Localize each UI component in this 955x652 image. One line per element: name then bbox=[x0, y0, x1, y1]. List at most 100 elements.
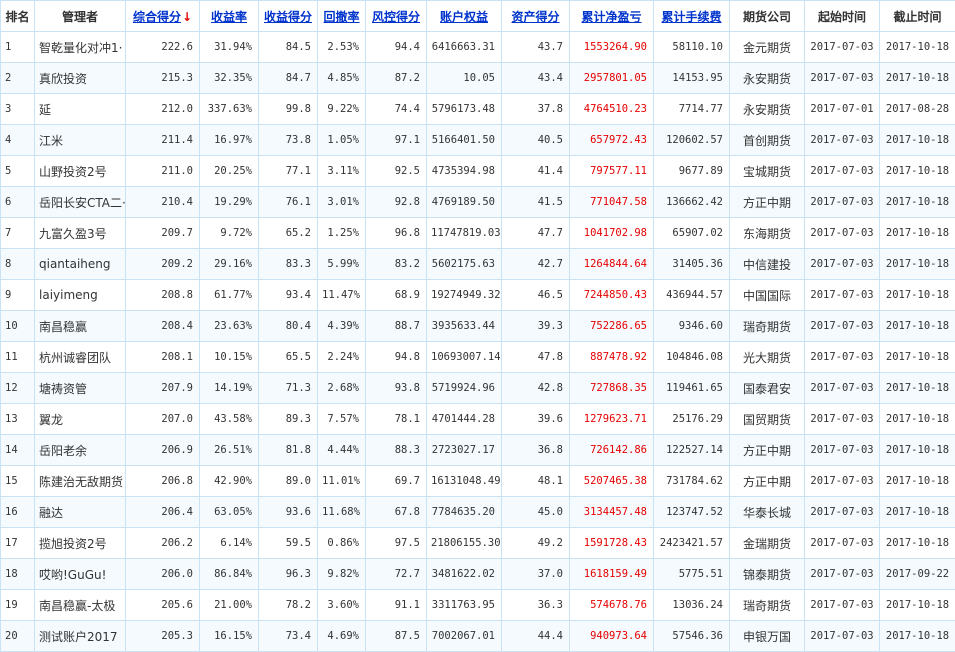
cell-equity: 5602175.63 bbox=[427, 249, 502, 280]
cell-drawdown: 4.85% bbox=[318, 63, 366, 94]
cell-score: 206.9 bbox=[126, 435, 200, 466]
cell-asset-score: 43.7 bbox=[502, 32, 570, 63]
cell-manager-link[interactable]: 南昌稳赢 bbox=[35, 311, 126, 342]
cell-equity: 21806155.30 bbox=[427, 528, 502, 559]
cell-end-date: 2017-10-18 bbox=[880, 311, 955, 342]
cell-risk-score: 94.4 bbox=[366, 32, 427, 63]
cell-start-date: 2017-07-03 bbox=[805, 32, 880, 63]
cell-manager-link[interactable]: 江米 bbox=[35, 125, 126, 156]
cell-end-date: 2017-10-18 bbox=[880, 590, 955, 621]
cell-start-date: 2017-07-03 bbox=[805, 342, 880, 373]
sort-header-asset-score[interactable]: 资产得分 bbox=[502, 1, 570, 32]
cell-manager-link[interactable]: 测试账户2017 bbox=[35, 621, 126, 652]
cell-end-date: 2017-10-18 bbox=[880, 435, 955, 466]
sort-header-fees[interactable]: 累计手续费 bbox=[654, 1, 730, 32]
cell-score: 211.4 bbox=[126, 125, 200, 156]
cell-return-rate: 19.29% bbox=[200, 187, 259, 218]
cell-rank: 12 bbox=[1, 373, 35, 404]
cell-manager-link[interactable]: 揽旭投资2号 bbox=[35, 528, 126, 559]
sort-header-drawdown[interactable]: 回撤率 bbox=[318, 1, 366, 32]
cell-end-date: 2017-10-18 bbox=[880, 497, 955, 528]
cell-manager-link[interactable]: 岳阳长安CTA二· bbox=[35, 187, 126, 218]
cell-manager-link[interactable]: laiyimeng bbox=[35, 280, 126, 311]
cell-company: 中信建投 bbox=[730, 249, 805, 280]
cell-manager-link[interactable]: 山野投资2号 bbox=[35, 156, 126, 187]
cell-return-score: 81.8 bbox=[259, 435, 318, 466]
cell-end-date: 2017-10-18 bbox=[880, 528, 955, 559]
cell-rank: 14 bbox=[1, 435, 35, 466]
cell-net-profit: 5207465.38 bbox=[570, 466, 654, 497]
cell-equity: 10.05 bbox=[427, 63, 502, 94]
table-row: 12塘祷资管207.914.19%71.32.68%93.85719924.96… bbox=[1, 373, 955, 404]
cell-start-date: 2017-07-03 bbox=[805, 63, 880, 94]
cell-net-profit: 1041702.98 bbox=[570, 218, 654, 249]
cell-risk-score: 83.2 bbox=[366, 249, 427, 280]
cell-equity: 5719924.96 bbox=[427, 373, 502, 404]
cell-score: 207.9 bbox=[126, 373, 200, 404]
cell-fees: 9677.89 bbox=[654, 156, 730, 187]
cell-manager-link[interactable]: 智乾量化对冲1· bbox=[35, 32, 126, 63]
cell-return-rate: 42.90% bbox=[200, 466, 259, 497]
cell-rank: 11 bbox=[1, 342, 35, 373]
cell-return-rate: 14.19% bbox=[200, 373, 259, 404]
cell-end-date: 2017-10-18 bbox=[880, 63, 955, 94]
cell-end-date: 2017-10-18 bbox=[880, 404, 955, 435]
table-row: 7九富久盈3号209.79.72%65.21.25%96.811747819.0… bbox=[1, 218, 955, 249]
cell-end-date: 2017-10-18 bbox=[880, 249, 955, 280]
cell-company: 首创期货 bbox=[730, 125, 805, 156]
cell-drawdown: 3.60% bbox=[318, 590, 366, 621]
cell-end-date: 2017-10-18 bbox=[880, 125, 955, 156]
cell-manager-link[interactable]: 九富久盈3号 bbox=[35, 218, 126, 249]
sort-header-score[interactable]: 综合得分↓ bbox=[126, 1, 200, 32]
sort-header-return-score[interactable]: 收益得分 bbox=[259, 1, 318, 32]
cell-company: 方正中期 bbox=[730, 466, 805, 497]
header-start: 起始时间 bbox=[805, 1, 880, 32]
cell-risk-score: 67.8 bbox=[366, 497, 427, 528]
sort-down-arrow-icon: ↓ bbox=[182, 10, 192, 24]
cell-return-rate: 23.63% bbox=[200, 311, 259, 342]
cell-manager-link[interactable]: 延 bbox=[35, 94, 126, 125]
cell-manager-link[interactable]: 岳阳老余 bbox=[35, 435, 126, 466]
cell-return-score: 65.5 bbox=[259, 342, 318, 373]
header-end: 截止时间 bbox=[880, 1, 955, 32]
cell-score: 206.0 bbox=[126, 559, 200, 590]
sort-header-return-rate[interactable]: 收益率 bbox=[200, 1, 259, 32]
cell-manager-link[interactable]: 陈建治无敌期货 bbox=[35, 466, 126, 497]
cell-company: 中国国际 bbox=[730, 280, 805, 311]
cell-fees: 13036.24 bbox=[654, 590, 730, 621]
cell-fees: 122527.14 bbox=[654, 435, 730, 466]
cell-risk-score: 92.8 bbox=[366, 187, 427, 218]
cell-net-profit: 771047.58 bbox=[570, 187, 654, 218]
cell-asset-score: 42.8 bbox=[502, 373, 570, 404]
cell-manager-link[interactable]: 哎哟!GuGu! bbox=[35, 559, 126, 590]
table-row: 11杭州诚睿团队208.110.15%65.52.24%94.810693007… bbox=[1, 342, 955, 373]
sort-header-equity[interactable]: 账户权益 bbox=[427, 1, 502, 32]
cell-drawdown: 4.69% bbox=[318, 621, 366, 652]
cell-asset-score: 42.7 bbox=[502, 249, 570, 280]
cell-start-date: 2017-07-03 bbox=[805, 497, 880, 528]
cell-fees: 31405.36 bbox=[654, 249, 730, 280]
cell-end-date: 2017-10-18 bbox=[880, 156, 955, 187]
cell-manager-link[interactable]: 杭州诚睿团队 bbox=[35, 342, 126, 373]
cell-manager-link[interactable]: 真欣投资 bbox=[35, 63, 126, 94]
cell-equity: 6416663.31 bbox=[427, 32, 502, 63]
cell-equity: 7002067.01 bbox=[427, 621, 502, 652]
cell-manager-link[interactable]: 塘祷资管 bbox=[35, 373, 126, 404]
cell-fees: 136662.42 bbox=[654, 187, 730, 218]
cell-manager-link[interactable]: qiantaiheng bbox=[35, 249, 126, 280]
cell-asset-score: 37.0 bbox=[502, 559, 570, 590]
cell-manager-link[interactable]: 翼龙 bbox=[35, 404, 126, 435]
cell-drawdown: 4.44% bbox=[318, 435, 366, 466]
cell-rank: 1 bbox=[1, 32, 35, 63]
sort-header-net-profit[interactable]: 累计净盈亏 bbox=[570, 1, 654, 32]
cell-risk-score: 69.7 bbox=[366, 466, 427, 497]
cell-manager-link[interactable]: 融达 bbox=[35, 497, 126, 528]
cell-return-score: 89.3 bbox=[259, 404, 318, 435]
cell-company: 锦泰期货 bbox=[730, 559, 805, 590]
cell-equity: 3935633.44 bbox=[427, 311, 502, 342]
cell-rank: 9 bbox=[1, 280, 35, 311]
cell-return-rate: 61.77% bbox=[200, 280, 259, 311]
cell-company: 金瑞期货 bbox=[730, 528, 805, 559]
sort-header-risk-score[interactable]: 风控得分 bbox=[366, 1, 427, 32]
cell-manager-link[interactable]: 南昌稳赢-太极 bbox=[35, 590, 126, 621]
